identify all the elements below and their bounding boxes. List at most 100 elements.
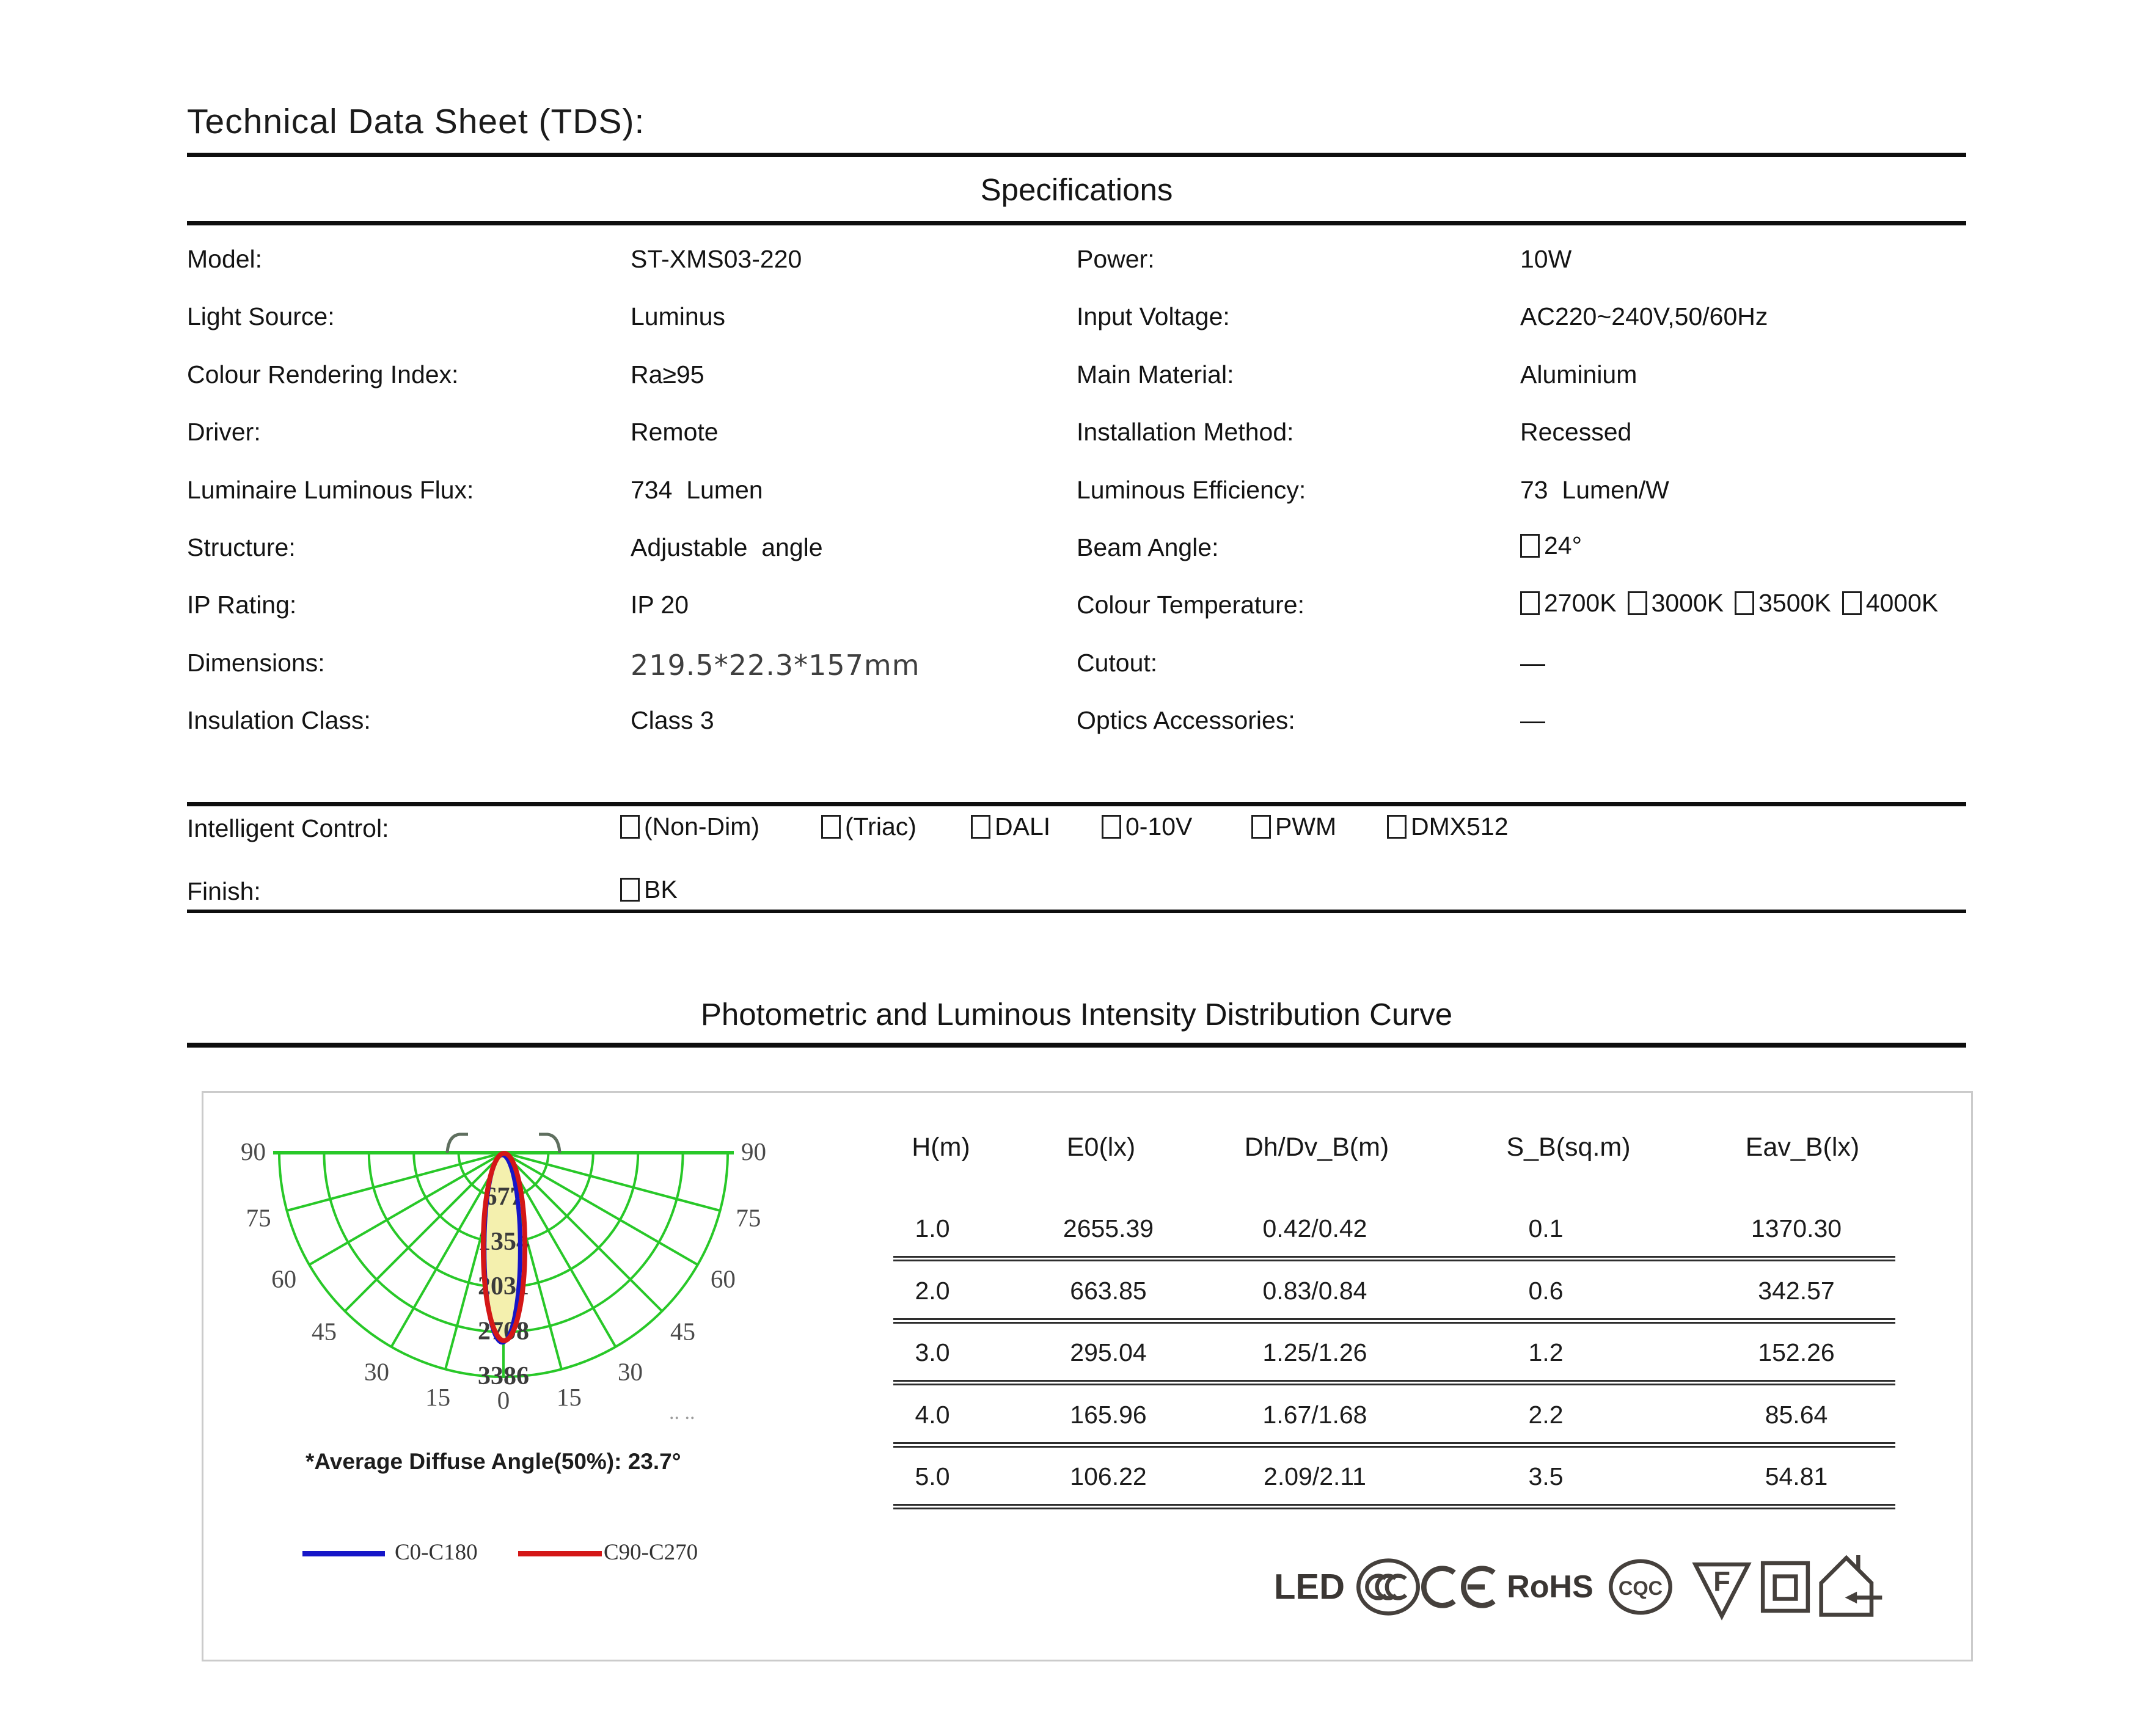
grid-radial-line [287,1153,503,1211]
table-cell: 85.64 [1765,1401,1828,1429]
spec-label: Model: [187,245,262,274]
spec-checkbox-group-option-label: 4000K [1866,589,1939,618]
checkbox-icon[interactable] [1520,534,1540,558]
control-option-option-label: BK [644,875,678,904]
grid-radial-line [503,1153,720,1211]
spec-checkbox-group-option: 3500K [1735,589,1831,618]
diffuse-angle-caption: *Average Diffuse Angle(50%): 23.7° [306,1449,681,1475]
control-option-option: DALI [971,812,1050,841]
spec-checkbox-group-option: 4000K [1842,589,1939,618]
photometric-heading: Photometric and Luminous Intensity Distr… [187,996,1966,1032]
spec-label: Installation Method: [1077,418,1294,447]
spec-label: Luminous Efficiency: [1077,476,1306,505]
control-option-option: PWM [1251,812,1336,841]
table-cell: 3.0 [915,1338,950,1367]
spec-label: Adjustable angle [631,533,823,562]
divider [187,910,1966,913]
spec-checkbox-group: 24° [1520,531,1582,560]
table-cell: 0.83/0.84 [1263,1277,1367,1305]
spec-label: Luminaire Luminous Flux: [187,476,474,505]
table-row-separator [893,1508,1895,1509]
luminaire-symbol-left [447,1134,468,1153]
control-option: BK [620,875,678,904]
checkbox-icon[interactable] [1102,815,1121,839]
table-header-cell: H(m) [912,1132,970,1162]
table-row-separator [893,1256,1895,1258]
checkbox-icon[interactable] [620,878,640,902]
table-cell: 2.09/2.11 [1264,1462,1366,1491]
table-cell: 5.0 [915,1462,950,1491]
angle-tick-label: 60 [271,1265,296,1293]
spec-checkbox-group-option-label: 2700K [1544,589,1617,618]
table-cell: 54.81 [1765,1462,1828,1491]
control-option-option: BK [620,875,678,904]
spec-label: Optics Accessories: [1077,706,1295,735]
control-option: DMX512 [1387,812,1509,841]
divider [187,221,1966,225]
table-row-separator [893,1442,1895,1444]
table-cell: 2.2 [1529,1401,1564,1429]
checkbox-icon[interactable] [1735,591,1754,615]
table-header-cell: S_B(sq.m) [1506,1132,1630,1162]
divider [187,802,1966,806]
control-option: 0-10V [1102,812,1192,841]
table-cell: 2.0 [915,1277,950,1305]
control-option: PWM [1251,812,1336,841]
divider [187,153,1966,157]
table-cell: 2655.39 [1063,1214,1154,1243]
control-option-option: 0-10V [1102,812,1192,841]
spec-label: Dimensions: [187,649,325,677]
legend-label: C0-C180 [395,1539,478,1566]
spec-label: Driver: [187,418,261,447]
spec-label: Structure: [187,533,296,562]
checkbox-icon[interactable] [971,815,990,839]
spec-label: Colour Temperature: [1077,591,1304,619]
control-option: DALI [971,812,1050,841]
checkbox-icon[interactable] [620,815,640,839]
spec-label: Main Material: [1077,360,1234,389]
control-row-label: Finish: [187,877,261,906]
table-cell: 295.04 [1070,1338,1146,1367]
spec-label: AC220~240V,50/60Hz [1520,302,1768,331]
checkbox-icon[interactable] [821,815,841,839]
spec-label: IP 20 [631,591,689,619]
spec-checkbox-group: 2700K 3000K 3500K 4000K [1520,589,1938,618]
checkbox-icon[interactable] [1842,591,1862,615]
angle-tick-label: 30 [618,1357,643,1385]
table-cell: 1370.30 [1751,1214,1842,1243]
spec-label: Luminus [631,302,725,331]
table-cell: 0.6 [1529,1277,1564,1305]
control-option-option: DMX512 [1387,812,1509,841]
checkbox-icon[interactable] [1387,815,1407,839]
spec-label: — [1520,706,1545,735]
table-cell: 3.5 [1529,1462,1564,1491]
control-row-label: Intelligent Control: [187,814,389,843]
spec-label: Beam Angle: [1077,533,1219,562]
angle-tick-label: 75 [246,1203,271,1231]
checkbox-icon[interactable] [1251,815,1271,839]
spec-label: — [1520,649,1545,677]
control-option: (Triac) [821,812,917,841]
control-option-option: (Triac) [821,812,917,841]
page-title: Technical Data Sheet (TDS): [187,101,645,142]
control-option-option-label: 0-10V [1125,812,1192,841]
table-header-cell: E0(lx) [1067,1132,1135,1162]
luminaire-symbol-right [539,1134,560,1153]
spec-label: IP Rating: [187,591,296,619]
spec-label: Power: [1077,245,1155,274]
grid-radial-line [309,1153,503,1265]
spec-label: Ra≥95 [631,360,704,389]
table-cell: 165.96 [1070,1401,1146,1429]
checkbox-icon[interactable] [1520,591,1540,615]
angle-tick-label: 15 [557,1383,582,1411]
angle-tick-label: 0 [497,1386,510,1414]
spec-label: Recessed [1520,418,1631,447]
checkbox-icon[interactable] [1628,591,1647,615]
angle-tick-label: 15 [425,1383,450,1411]
spec-label: Input Voltage: [1077,302,1230,331]
control-option-option-label: DMX512 [1411,812,1509,841]
spec-checkbox-group-option-label: 3000K [1652,589,1724,618]
divider [187,1043,1966,1048]
angle-tick-label: 45 [312,1317,337,1345]
page-title-text: Technical Data Sheet (TDS): [187,102,645,141]
